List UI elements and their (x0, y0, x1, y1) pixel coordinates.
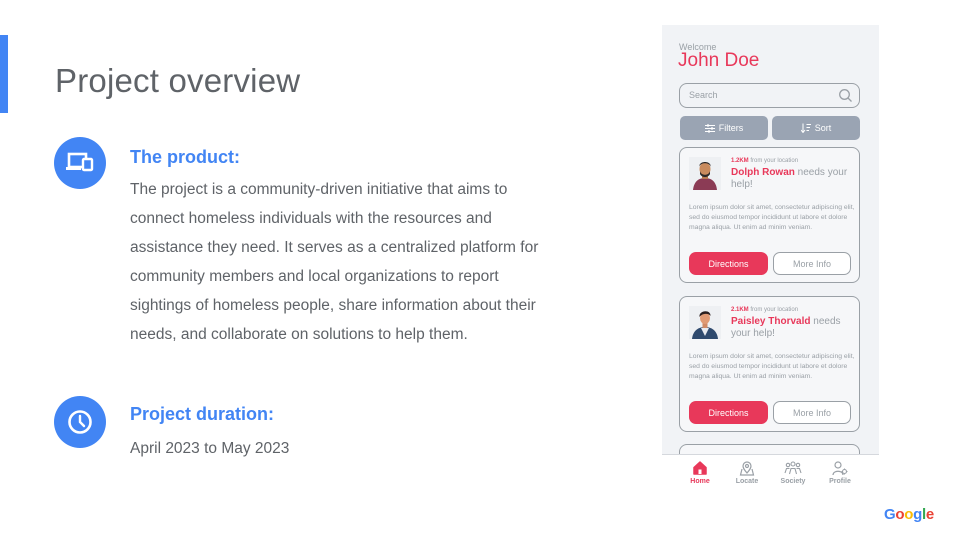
sort-label: Sort (814, 123, 832, 133)
needs-help-text: Paisley Thorvald needs your help! (731, 316, 841, 339)
clock-icon (54, 396, 106, 448)
more-info-button[interactable]: More Info (773, 252, 851, 275)
distance-text: 1.2KM from your location (731, 158, 799, 164)
search-icon[interactable] (838, 88, 853, 108)
sort-icon (800, 123, 811, 133)
help-card[interactable]: 1.2KM from your location Dolph Rowan nee… (679, 147, 860, 283)
search-placeholder: Search (689, 90, 718, 100)
page-title: Project overview (55, 62, 301, 99)
needs-help-text: Dolph Rowan needs your help! (731, 167, 848, 190)
home-icon (693, 461, 707, 475)
nav-locate-label: Locate (735, 478, 759, 485)
locate-icon (739, 461, 755, 476)
profile-icon (832, 461, 848, 476)
duration-heading: Project duration: (130, 404, 275, 424)
bottom-nav: Home Locate Society Profile (662, 454, 879, 500)
nav-home[interactable]: Home (680, 460, 720, 485)
directions-button[interactable]: Directions (689, 252, 768, 275)
filter-icon (704, 123, 715, 133)
filters-button[interactable]: Filters (680, 116, 768, 140)
filters-label: Filters (718, 123, 744, 133)
search-input[interactable]: Search (679, 83, 860, 108)
person-name: Dolph Rowan (731, 167, 795, 178)
directions-button[interactable]: Directions (689, 401, 768, 424)
product-description: The project is a community-driven initia… (130, 181, 539, 343)
society-icon (784, 461, 802, 475)
duration-value: April 2023 to May 2023 (130, 440, 290, 457)
devices-icon (54, 137, 106, 189)
product-heading: The product: (130, 147, 240, 167)
nav-profile-label: Profile (829, 478, 851, 485)
sort-button[interactable]: Sort (772, 116, 860, 140)
google-logo: Google (884, 506, 934, 523)
person-name: Paisley Thorvald (731, 316, 811, 327)
card-description: Lorem ipsum dolor sit amet, consectetur … (689, 204, 855, 231)
distance-text: 2.1KM from your location (731, 307, 799, 313)
app-mockup: Welcome John Doe Search Filters Sort 1.2… (662, 25, 879, 500)
nav-profile[interactable]: Profile (820, 460, 860, 485)
more-info-button[interactable]: More Info (773, 401, 851, 424)
nav-locate[interactable]: Locate (727, 460, 767, 485)
user-name: John Doe (678, 50, 760, 71)
nav-society[interactable]: Society (773, 460, 813, 485)
card-description: Lorem ipsum dolor sit amet, consectetur … (689, 353, 855, 380)
nav-society-label: Society (780, 478, 806, 485)
avatar (689, 306, 721, 339)
help-card[interactable]: 2.1KM from your location Paisley Thorval… (679, 296, 860, 432)
avatar (689, 157, 721, 190)
nav-home-label: Home (690, 478, 710, 485)
accent-bar (0, 35, 8, 113)
